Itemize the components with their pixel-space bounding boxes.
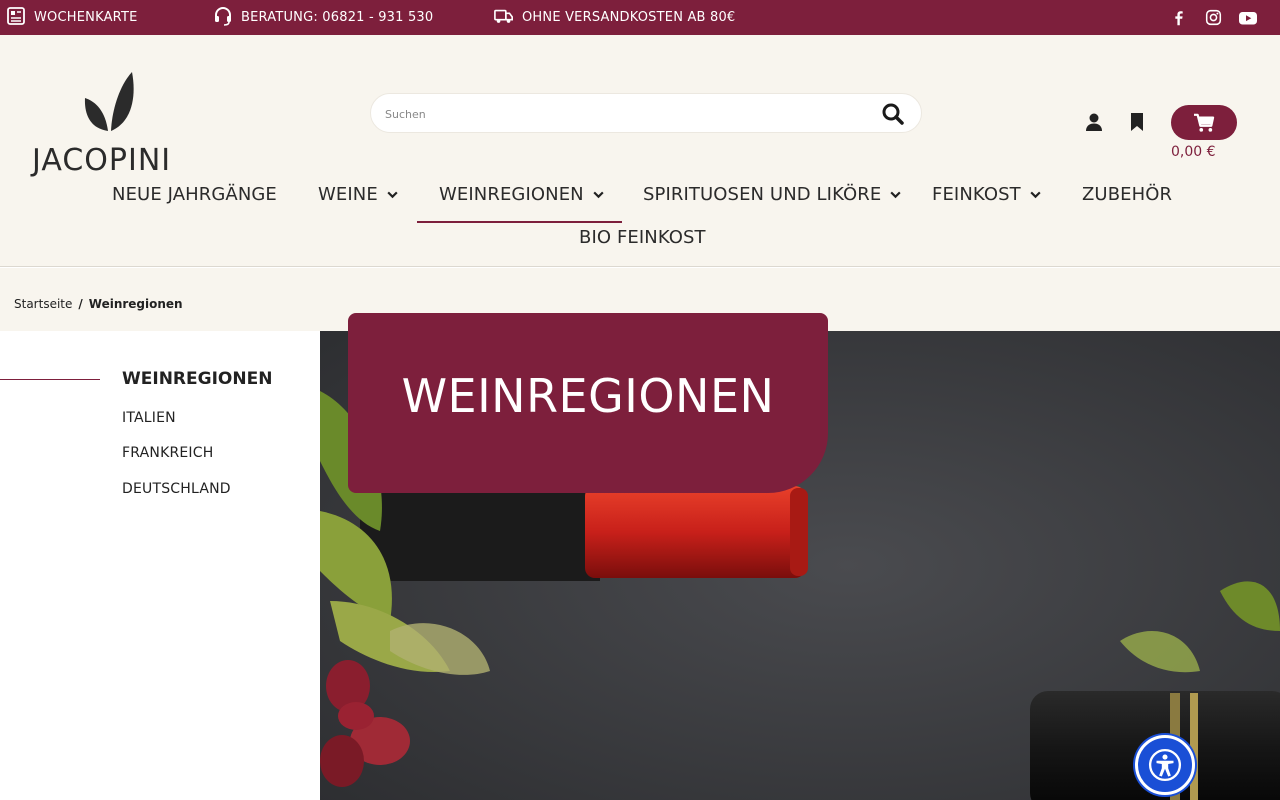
advice-phone-link[interactable]: BERATUNG: 06821 - 931 530 <box>213 0 433 35</box>
nav-item-feinkost[interactable]: FEINKOST <box>932 184 1042 205</box>
nav-item-spirituosen[interactable]: SPIRITUOSEN UND LIKÖRE <box>643 184 902 205</box>
instagram-icon <box>1203 8 1223 28</box>
nav-label: ZUBEHÖR <box>1082 184 1173 205</box>
category-sidebar: WEINREGIONEN ITALIEN FRANKREICH DEUTSCHL… <box>0 331 320 800</box>
weekly-menu-label: WOCHENKARTE <box>34 10 138 25</box>
nav-label: BIO FEINKOST <box>579 227 706 248</box>
search-button[interactable] <box>881 102 905 126</box>
youtube-icon <box>1238 8 1258 28</box>
site-header: JACOPINI 0,00 € NEUE JAHRGÄNGE WEINE WEI… <box>0 35 1280 267</box>
headset-icon <box>213 6 233 30</box>
bookmark-icon <box>1131 113 1143 131</box>
cart-icon <box>1194 113 1215 132</box>
sidebar-item-frankreich[interactable]: FRANKREICH <box>122 445 213 461</box>
search-bar <box>370 93 922 133</box>
advice-phone-label: BERATUNG: 06821 - 931 530 <box>241 10 434 25</box>
nav-label: FEINKOST <box>932 184 1021 205</box>
accessibility-icon <box>1148 748 1182 782</box>
chevron-down-icon <box>387 191 398 199</box>
sidebar-divider <box>0 379 100 380</box>
instagram-link[interactable] <box>1203 0 1223 35</box>
cart-total: 0,00 € <box>1171 144 1216 160</box>
cart-button[interactable] <box>1171 105 1237 140</box>
active-nav-indicator <box>417 221 622 223</box>
breadcrumb-separator: / <box>78 297 83 311</box>
chevron-down-icon <box>1030 191 1041 199</box>
nav-label: SPIRITUOSEN UND LIKÖRE <box>643 184 882 205</box>
wishlist-button[interactable] <box>1126 111 1148 133</box>
jacopini-logo[interactable]: JACOPINI <box>32 71 192 178</box>
user-icon <box>1086 113 1102 131</box>
hero-title-banner: WEINREGIONEN <box>348 313 828 493</box>
search-input[interactable] <box>385 104 865 124</box>
account-button[interactable] <box>1083 111 1105 133</box>
search-icon <box>882 103 904 125</box>
nav-item-neue-jahrgaenge[interactable]: NEUE JAHRGÄNGE <box>112 184 277 205</box>
free-shipping-info: OHNE VERSANDKOSTEN AB 80€ <box>494 0 735 35</box>
nav-label: WEINE <box>318 184 378 205</box>
sidebar-item-italien[interactable]: ITALIEN <box>122 410 176 426</box>
newspaper-icon <box>6 6 26 30</box>
chevron-down-icon <box>890 191 901 199</box>
nav-label: NEUE JAHRGÄNGE <box>112 184 277 205</box>
leaf-logo-icon <box>84 72 134 131</box>
nav-label: WEINREGIONEN <box>439 184 584 205</box>
free-shipping-label: OHNE VERSANDKOSTEN AB 80€ <box>522 10 736 25</box>
sidebar-title[interactable]: WEINREGIONEN <box>122 369 272 389</box>
weekly-menu-link[interactable]: WOCHENKARTE <box>6 0 138 35</box>
top-bar: WOCHENKARTE BERATUNG: 06821 - 931 530 OH… <box>0 0 1280 35</box>
nav-item-bio-feinkost[interactable]: BIO FEINKOST <box>579 227 706 248</box>
accessibility-button[interactable] <box>1135 735 1195 795</box>
breadcrumb-current: Weinregionen <box>88 297 183 311</box>
truck-icon <box>494 6 514 30</box>
youtube-link[interactable] <box>1238 0 1258 35</box>
sidebar-item-deutschland[interactable]: DEUTSCHLAND <box>122 481 231 497</box>
breadcrumb: Startseite / Weinregionen <box>14 297 183 311</box>
chevron-down-icon <box>593 191 604 199</box>
facebook-icon <box>1169 8 1189 28</box>
nav-item-zubehoer[interactable]: ZUBEHÖR <box>1082 184 1172 205</box>
nav-item-weine[interactable]: WEINE <box>318 184 399 205</box>
nav-item-weinregionen[interactable]: WEINREGIONEN <box>439 184 605 205</box>
hero-title: WEINREGIONEN <box>401 369 775 423</box>
facebook-link[interactable] <box>1169 0 1189 35</box>
logo-wordmark: JACOPINI <box>32 143 172 178</box>
breadcrumb-home-link[interactable]: Startseite <box>14 297 72 311</box>
